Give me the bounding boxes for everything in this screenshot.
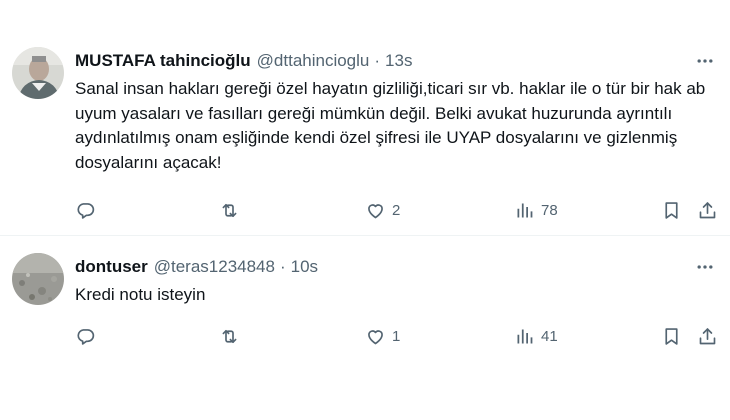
like-count: 1 xyxy=(392,327,401,345)
retweet-button[interactable] xyxy=(219,198,240,222)
share-icon xyxy=(697,200,718,221)
heart-icon xyxy=(365,200,386,221)
views-icon xyxy=(514,326,535,347)
reply-icon xyxy=(75,326,96,347)
bookmark-icon xyxy=(661,326,682,347)
more-icon[interactable] xyxy=(694,256,716,278)
bookmark-icon xyxy=(661,200,682,221)
heart-icon xyxy=(365,326,386,347)
views-button[interactable]: 41 xyxy=(514,324,558,348)
author-handle[interactable]: @dttahincioglu xyxy=(257,51,370,71)
action-bar: 2 78 xyxy=(75,198,716,222)
share-button[interactable] xyxy=(697,324,718,348)
share-button[interactable] xyxy=(697,198,718,222)
more-icon[interactable] xyxy=(694,50,716,72)
author-name[interactable]: MUSTAFA tahincioğlu xyxy=(75,51,251,71)
action-bar: 1 41 xyxy=(75,324,716,348)
reply-button[interactable] xyxy=(75,198,96,222)
like-button[interactable]: 1 xyxy=(365,324,400,348)
reply-button[interactable] xyxy=(75,324,96,348)
views-button[interactable]: 78 xyxy=(514,198,558,222)
retweet-button[interactable] xyxy=(219,324,240,348)
share-icon xyxy=(697,326,718,347)
like-count: 2 xyxy=(392,201,401,219)
tweet[interactable]: MUSTAFA tahincioğlu @dttahincioglu · 13s… xyxy=(0,0,730,236)
tweet-text: Sanal insan hakları gereği özel hayatın … xyxy=(75,79,706,172)
author-handle[interactable]: @teras1234848 xyxy=(154,257,275,277)
views-count: 78 xyxy=(541,201,558,219)
bookmark-button[interactable] xyxy=(661,198,682,222)
avatar[interactable] xyxy=(12,47,64,99)
timestamp[interactable]: 13s xyxy=(385,51,412,71)
reply-icon xyxy=(75,200,96,221)
author-name[interactable]: dontuser xyxy=(75,257,148,277)
avatar[interactable] xyxy=(12,253,64,305)
retweet-icon xyxy=(219,200,240,221)
retweet-icon xyxy=(219,326,240,347)
tweet-header: MUSTAFA tahincioğlu @dttahincioglu · 13s xyxy=(75,50,412,72)
tweet-header: dontuser @teras1234848 · 10s xyxy=(75,256,318,278)
bookmark-button[interactable] xyxy=(661,324,682,348)
tweet-text: Kredi notu isteyin xyxy=(75,285,206,304)
views-count: 41 xyxy=(541,327,558,345)
separator-dot: · xyxy=(374,51,381,70)
views-icon xyxy=(514,200,535,221)
tweet[interactable]: dontuser @teras1234848 · 10s Kredi notu … xyxy=(0,237,730,420)
like-button[interactable]: 2 xyxy=(365,198,400,222)
separator-dot: · xyxy=(279,257,286,276)
timestamp[interactable]: 10s xyxy=(291,257,318,277)
